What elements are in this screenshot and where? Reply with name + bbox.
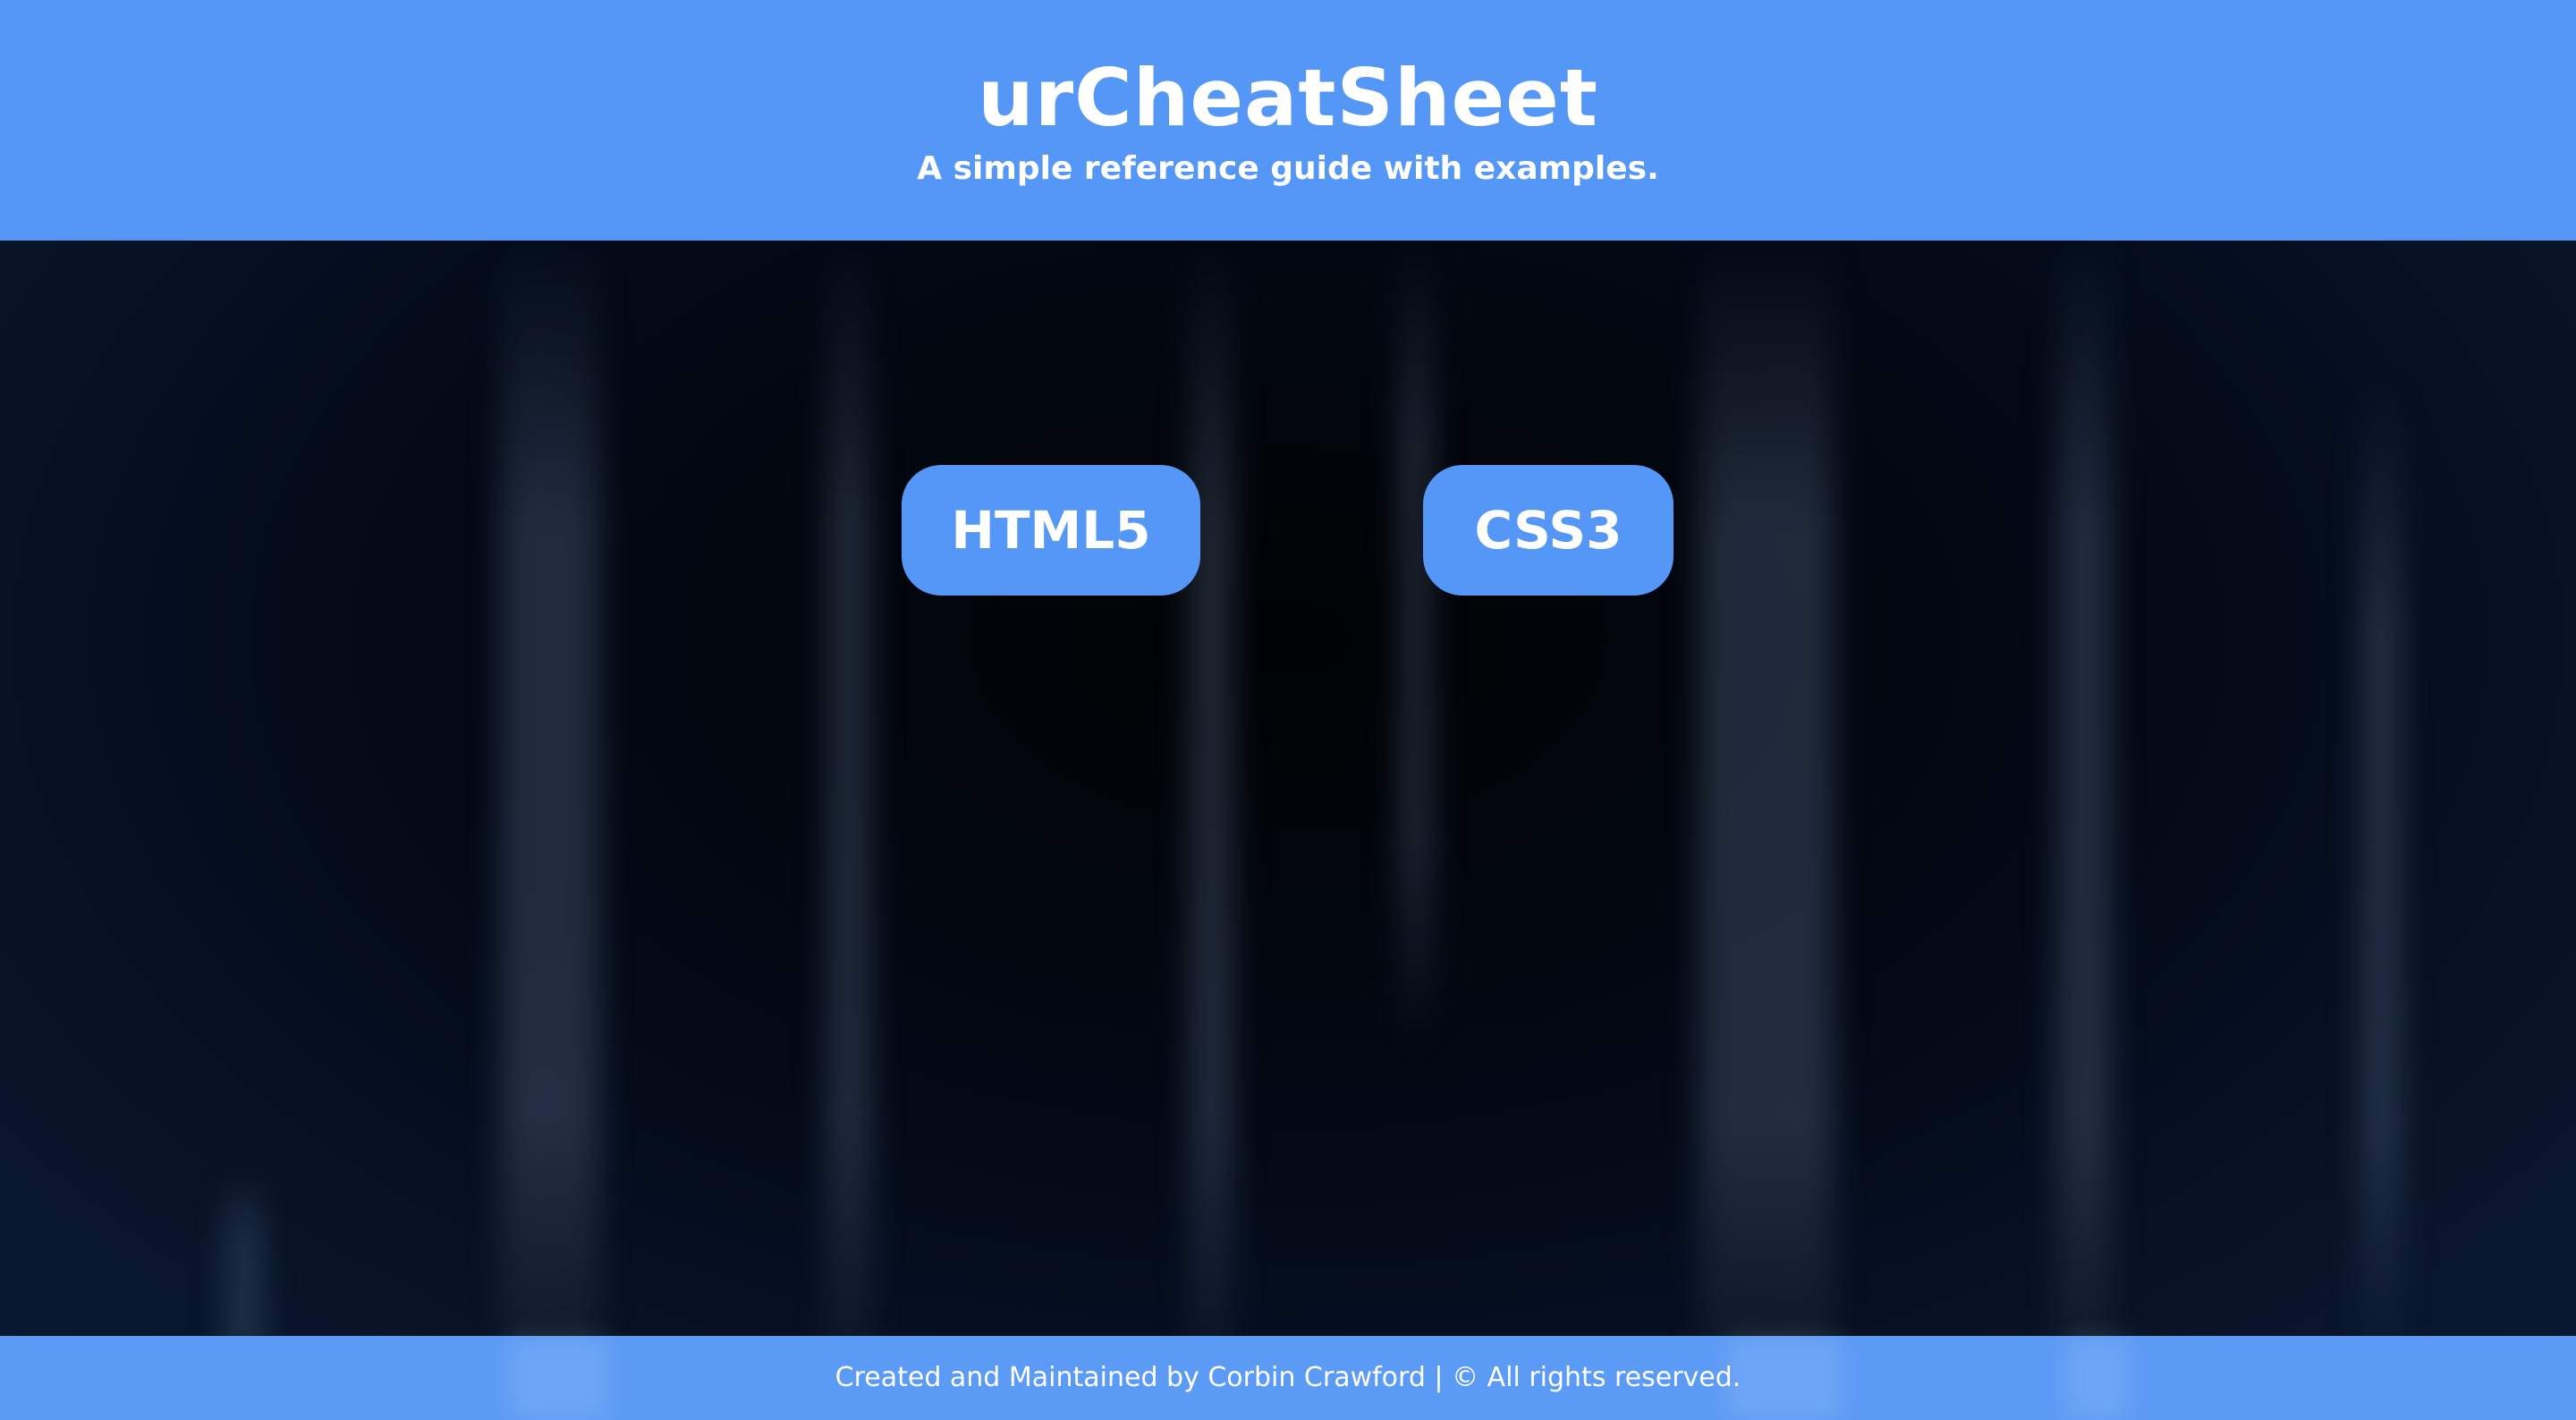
background-light-streak bbox=[827, 232, 870, 1420]
site-subtitle: A simple reference guide with examples. bbox=[917, 150, 1659, 187]
background-light-streak bbox=[2361, 376, 2401, 1377]
footer-light-glow bbox=[2066, 1336, 2129, 1420]
site-title: urCheatSheet bbox=[978, 52, 1598, 144]
background-light-streak bbox=[1190, 232, 1233, 1420]
page: urCheatSheet A simple reference guide wi… bbox=[0, 0, 2576, 1420]
css3-button[interactable]: CSS3 bbox=[1423, 465, 1674, 596]
background-light-streak bbox=[1401, 232, 1431, 1055]
footer-light-glow bbox=[1726, 1336, 1843, 1420]
site-header: urCheatSheet A simple reference guide wi… bbox=[0, 0, 2576, 241]
background-light-streak bbox=[2057, 232, 2111, 1420]
footer-light-glow bbox=[510, 1336, 608, 1420]
footer-credit-text: Created and Maintained by Corbin Crawfor… bbox=[835, 1362, 1741, 1393]
site-footer: Created and Maintained by Corbin Crawfor… bbox=[0, 1336, 2576, 1420]
background-light-streak bbox=[501, 232, 599, 1420]
html5-button[interactable]: HTML5 bbox=[902, 465, 1200, 596]
background-light-streak bbox=[1699, 232, 1834, 1420]
